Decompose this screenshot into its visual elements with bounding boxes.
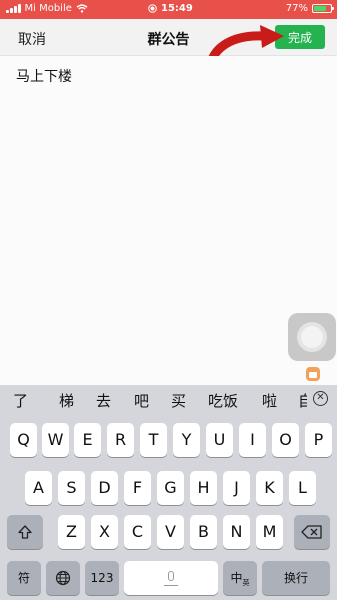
- assistive-touch-button[interactable]: [288, 313, 336, 361]
- key-c[interactable]: C: [124, 515, 151, 549]
- key-l[interactable]: L: [289, 471, 316, 505]
- key-u[interactable]: U: [206, 423, 233, 457]
- key-w[interactable]: W: [42, 423, 69, 457]
- recording-icon: [148, 4, 157, 13]
- keyboard: 了 梯 去 吧 买 吃饭 啦 自 ✕ Q W E R T Y U I O P A…: [0, 385, 337, 600]
- wifi-icon: [76, 4, 88, 13]
- candidate-item[interactable]: 去: [96, 390, 111, 411]
- key-a[interactable]: A: [25, 471, 52, 505]
- key-i[interactable]: I: [239, 423, 266, 457]
- key-t[interactable]: T: [140, 423, 167, 457]
- key-m[interactable]: M: [256, 515, 283, 549]
- key-r[interactable]: R: [107, 423, 134, 457]
- battery-icon: [312, 4, 334, 13]
- candidate-bar: 了 梯 去 吧 买 吃饭 啦 自 ✕: [0, 385, 337, 415]
- key-s[interactable]: S: [58, 471, 85, 505]
- status-left: Mi Mobile: [6, 3, 88, 14]
- number-key[interactable]: 123: [85, 561, 119, 595]
- key-k[interactable]: K: [256, 471, 283, 505]
- status-right: 77%: [285, 3, 334, 14]
- done-button[interactable]: 完成: [275, 25, 325, 49]
- key-q[interactable]: Q: [10, 423, 37, 457]
- candidate-item[interactable]: 了: [13, 390, 28, 411]
- battery-percent: 77%: [285, 3, 308, 14]
- keyboard-switch-icon[interactable]: [306, 367, 320, 381]
- candidate-item[interactable]: 吃饭: [208, 390, 238, 411]
- shift-key[interactable]: [7, 515, 43, 549]
- announcement-text[interactable]: 马上下楼: [16, 66, 72, 86]
- key-z[interactable]: Z: [58, 515, 85, 549]
- key-o[interactable]: O: [272, 423, 299, 457]
- key-d[interactable]: D: [91, 471, 118, 505]
- signal-icon: [6, 4, 21, 13]
- key-h[interactable]: H: [190, 471, 217, 505]
- globe-key[interactable]: [46, 561, 80, 595]
- delete-key[interactable]: [294, 515, 330, 549]
- candidate-item[interactable]: 啦: [262, 390, 277, 411]
- language-key-label: 中: [230, 571, 243, 585]
- key-j[interactable]: J: [223, 471, 250, 505]
- close-candidates-icon[interactable]: ✕: [313, 391, 328, 406]
- announcement-editor[interactable]: 马上下楼: [0, 56, 337, 364]
- key-v[interactable]: V: [157, 515, 184, 549]
- status-time: 15:49: [161, 3, 193, 14]
- shift-icon: [18, 525, 32, 539]
- space-key[interactable]: [124, 561, 218, 595]
- return-key[interactable]: 换行: [262, 561, 330, 595]
- key-f[interactable]: F: [124, 471, 151, 505]
- candidate-item[interactable]: 吧: [134, 390, 149, 411]
- candidate-item[interactable]: 梯: [59, 390, 74, 411]
- symbol-key[interactable]: 符: [7, 561, 41, 595]
- status-center: 15:49: [148, 3, 193, 14]
- backspace-icon: [301, 525, 322, 539]
- key-e[interactable]: E: [74, 423, 101, 457]
- key-x[interactable]: X: [91, 515, 118, 549]
- key-p[interactable]: P: [305, 423, 332, 457]
- key-g[interactable]: G: [157, 471, 184, 505]
- key-n[interactable]: N: [223, 515, 250, 549]
- candidate-item[interactable]: 自: [298, 390, 307, 411]
- key-b[interactable]: B: [190, 515, 217, 549]
- nav-bar: 取消 群公告 完成: [0, 19, 337, 56]
- language-key[interactable]: 中英: [223, 561, 257, 595]
- key-y[interactable]: Y: [173, 423, 200, 457]
- microphone-icon: [168, 571, 174, 581]
- carrier-name: Mi Mobile: [24, 3, 72, 14]
- status-bar: Mi Mobile 15:49 77%: [0, 0, 337, 19]
- language-key-sub: 英: [242, 579, 250, 587]
- globe-icon: [55, 570, 71, 586]
- candidate-item[interactable]: 买: [171, 390, 186, 411]
